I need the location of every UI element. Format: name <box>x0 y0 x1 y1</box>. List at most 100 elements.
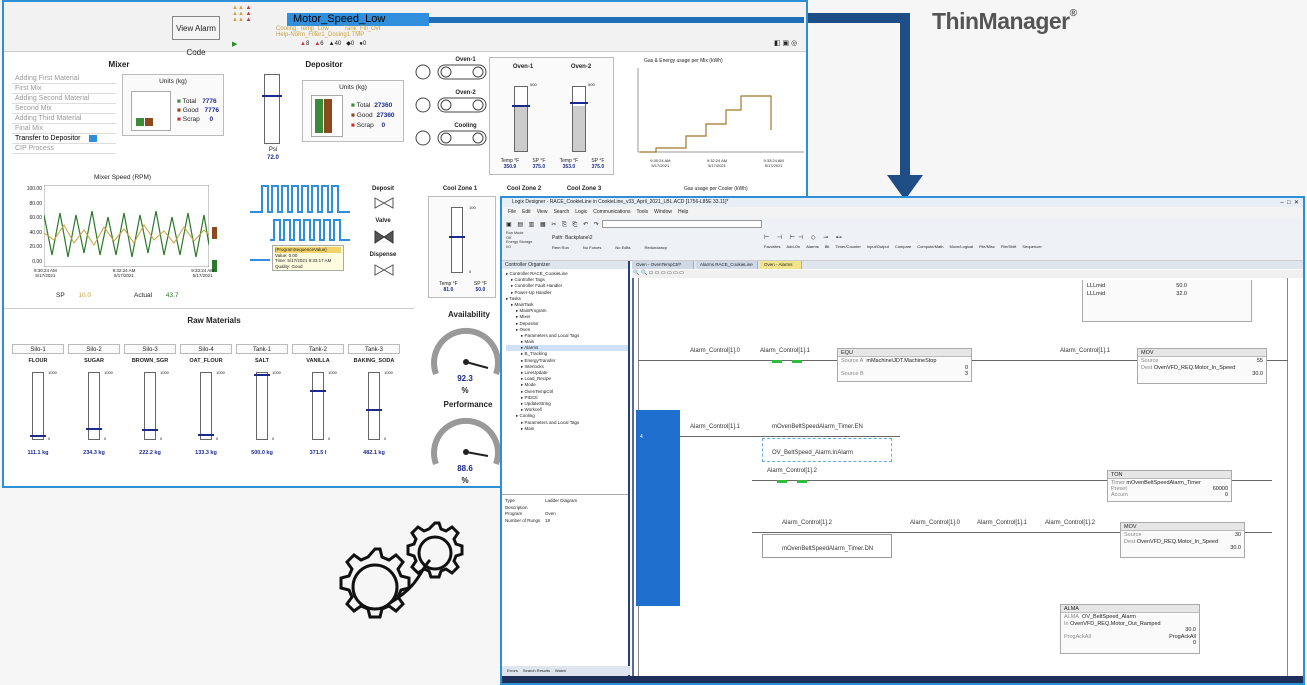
instruction-tab[interactable]: File/Misc <box>979 244 995 249</box>
alarm-nav-icons[interactable]: ◧ ▣ ◎ <box>774 39 797 47</box>
instruction-tab[interactable]: Bit <box>825 244 830 249</box>
menu-item[interactable]: Help <box>678 209 688 215</box>
menu-item[interactable]: Window <box>654 209 672 215</box>
silo-gauge <box>366 372 382 440</box>
deposit-valve-icon[interactable] <box>374 197 394 209</box>
mov-instruction[interactable]: MOV Source 55 Dest OvenVFD_REQ.Motor_In_Sp… <box>1137 348 1267 384</box>
mixer-speed-x-axis: 9:30:24 AM 5/17/2021 9:32:24 AM 5/17/2021… <box>34 268 214 278</box>
equ-instruction[interactable]: EQU Source A mMachine\JDT.MachineStop 0 So… <box>837 348 972 382</box>
instruction-tab[interactable]: Move/Logical <box>950 244 974 249</box>
window-title: Logix Designer - RACE_CookieLine in Cook… <box>502 198 1303 207</box>
contact-tag[interactable]: Alarm_Control[1].2 <box>782 520 832 526</box>
alarm-banner: View Alarm Code ▲▲ ▲ ▲▲ ▲ ▲▲ ▲ Motor_Spe… <box>4 2 806 57</box>
silo-value: 371.5 l <box>309 450 327 456</box>
contact-tag[interactable]: Alarm_Control[1].0 <box>910 520 960 526</box>
silo-gauge <box>142 372 158 440</box>
performance-unit: % <box>461 476 469 485</box>
silo-level-marker <box>366 409 382 411</box>
mixer-step: Adding Third Material <box>12 114 116 124</box>
instruction-tab[interactable]: Compare <box>895 244 911 249</box>
instruction-tab[interactable]: Compute/Math <box>917 244 943 249</box>
good-bar <box>136 118 144 126</box>
availability-unit: % <box>461 386 469 395</box>
menu-bar: File Edit View Search Logic Communications Too… <box>502 207 1303 217</box>
contact-tag[interactable]: Alarm_Control[1].1 <box>760 348 810 354</box>
document-tab[interactable]: Oven - Alarms <box>760 261 802 269</box>
alarm-bar-line <box>429 17 804 23</box>
editor-toolbar[interactable]: 🔍 🔍 ▭ ▭ ▭ ▭ ▭ ▭ <box>632 270 1303 278</box>
tooltip: {ProgramSequenceValue} Value: 0.00 Time:… <box>272 245 344 271</box>
selected-rung-marker[interactable]: 4 <box>636 410 680 606</box>
instruction-partial[interactable]: LLLmid 50.0 LLLmid 32.0 <box>1082 280 1252 322</box>
ton-instruction[interactable]: TON Timer mOvenBeltSpeedAlarm_Timer Prese… <box>1107 470 1232 502</box>
status-tab[interactable]: Search Results <box>523 668 550 673</box>
depositor-units-panel: Units (kg) ■ Total 27360 ■ Good 27360 ■ … <box>302 80 404 142</box>
instruction-tab[interactable]: Alarms <box>806 244 818 249</box>
silo-header: Silo-2 <box>68 344 120 354</box>
tree-item[interactable]: ▸ Main <box>506 426 628 432</box>
silo-header: Tank-3 <box>348 344 400 354</box>
silo-material: SUGAR <box>84 358 104 364</box>
silo-scale-top: 1000 <box>48 370 57 375</box>
mov-instruction[interactable]: MOV Source 30 Dest OvenVFD_REQ.Motor_In_Sp… <box>1120 522 1245 558</box>
instruction-tab[interactable]: Input/Output <box>867 244 889 249</box>
instruction-tab[interactable]: Sequencer <box>1022 244 1041 249</box>
mixer-step: First Mix <box>12 84 116 94</box>
menu-item[interactable]: View <box>537 209 548 215</box>
alma-instruction[interactable]: ALMA ALMA OV_BeltSpeed_Alarm In OvenVFD_R… <box>1060 604 1200 654</box>
thinmanager-logo: ThinManager® <box>932 8 1077 34</box>
instruction-tab[interactable]: Timer/Counter <box>835 244 860 249</box>
menu-item[interactable]: Logic <box>575 209 587 215</box>
contact-tag[interactable]: mOvenBeltSpeedAlarm_Timer.DN <box>782 546 873 552</box>
contact-tag[interactable]: Alarm_Control[1].0 <box>690 348 740 354</box>
depositor-title: Depositor <box>305 60 343 69</box>
document-tab[interactable]: Alarms RACE_CookieLine <box>696 261 758 269</box>
mode-label: Redundancy <box>644 245 667 250</box>
alarm-row[interactable]: ▲▲ ▲ <box>232 17 282 23</box>
silo-scale-bottom: 0 <box>272 436 275 441</box>
silo-scale-top: 1000 <box>104 370 113 375</box>
instruction-tab[interactable]: Add-On <box>786 244 800 249</box>
oven1-gauge <box>512 86 530 152</box>
oven1-conveyor-icon <box>415 64 487 80</box>
contact-tag[interactable]: OV_BeltSpeed_Alarm.InAlarm <box>772 450 853 456</box>
contact-tag[interactable]: Alarm_Control[1].2 <box>767 468 817 474</box>
contact-tag[interactable]: mOvenBeltSpeedAlarm_Timer.EN <box>772 424 863 430</box>
window-controls[interactable]: – □ ✕ <box>1280 199 1299 206</box>
silo-header: Silo-1 <box>12 344 64 354</box>
oven1-readouts: Temp °F 350.9 SP °F 375.0 <box>500 158 546 170</box>
cool-zone2-title: Cool Zone 2 <box>506 186 542 192</box>
mixer-units-legend: ■ Total 7776 ■ Good 7776 ■ Scrap 0 <box>177 98 219 123</box>
silo-header: Tank-1 <box>236 344 288 354</box>
menu-item[interactable]: Edit <box>522 209 531 215</box>
silo-level-marker <box>30 435 46 437</box>
menu-item[interactable]: Communications <box>593 209 630 215</box>
menu-item[interactable]: Search <box>553 209 569 215</box>
instruction-tab[interactable]: Favorites <box>764 244 780 249</box>
contact-tag[interactable]: Alarm_Control[1].2 <box>1045 520 1095 526</box>
status-tab[interactable]: Watch <box>555 668 566 673</box>
contact-tag[interactable]: Alarm_Control[1].1 <box>977 520 1027 526</box>
organizer-tree: ▸ Controller RACE_CookieLine ▸ Controller… <box>502 269 628 494</box>
contact-tag[interactable]: Alarm_Control[1].1 <box>690 424 740 430</box>
instruction-tab[interactable]: File/Shift <box>1001 244 1017 249</box>
status-tab[interactable]: Errors <box>507 668 518 673</box>
dispense-valve-icon[interactable] <box>374 264 394 276</box>
path-label: Path: Backplane\2 <box>552 235 593 241</box>
mode-label: Rem Run <box>552 245 569 250</box>
toolbar-icons[interactable]: ▣ ▤ ▥ ▦ ✂ ⎘ ⎗ ↶ ↷ <box>506 221 601 229</box>
silo-gauge <box>86 372 102 440</box>
menu-item[interactable]: File <box>508 209 516 215</box>
view-alarm-code-button[interactable]: View Alarm Code <box>172 16 220 57</box>
coil-tag[interactable]: Alarm_Control[1].1 <box>1060 348 1110 354</box>
psi-gauge <box>262 74 282 144</box>
menu-item[interactable]: Tools <box>636 209 648 215</box>
oven2-gauge <box>570 86 588 152</box>
valve-icon[interactable] <box>374 230 394 244</box>
oven2-scale: 500 <box>588 82 595 87</box>
play-icon[interactable]: ▶ <box>232 40 237 48</box>
search-input[interactable] <box>602 220 762 228</box>
active-alarm-title[interactable]: Motor_Speed_Low <box>287 13 429 26</box>
document-tab[interactable]: Oven - OvenTempCtrl* <box>632 261 694 269</box>
ladder-elements-icons[interactable]: ⊢ ⊣ ⊢⊣ ◇ ⊸ ⊷ <box>764 234 845 241</box>
